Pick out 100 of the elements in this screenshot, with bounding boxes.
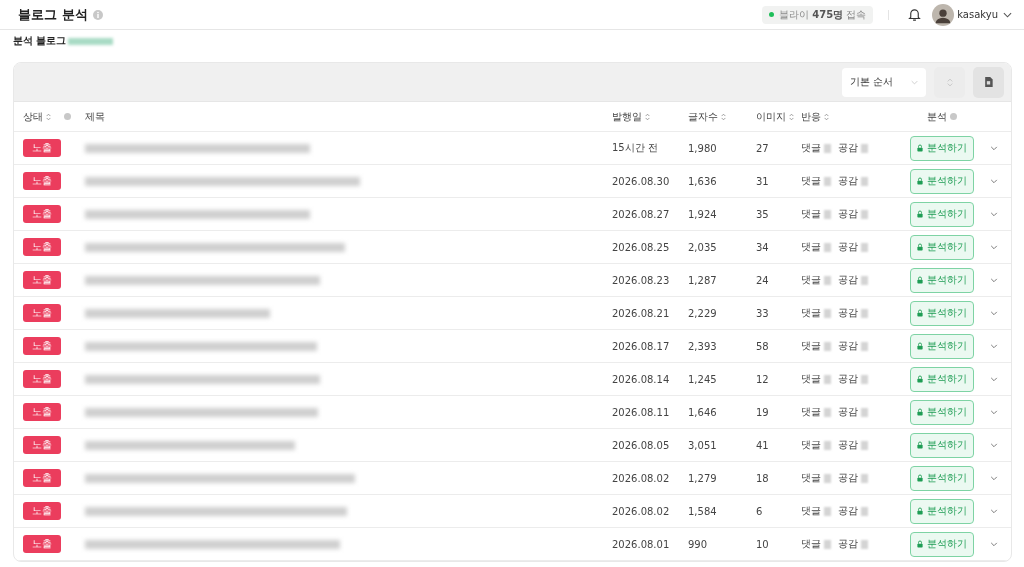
expand-icon[interactable] [990,244,998,250]
analyze-button[interactable]: 분석하기 [909,300,974,326]
blurred-count [861,473,868,483]
comment-label: 댓글 [801,240,821,254]
like-label: 공감 [838,339,858,353]
comment-label: 댓글 [801,471,821,485]
table-cell: 2026.08.05 [612,439,670,451]
comment-label: 댓글 [801,405,821,419]
analyze-button[interactable]: 분석하기 [909,465,974,491]
table-cell: 24 [756,274,769,286]
document-icon[interactable] [984,77,993,87]
table-cell: 15시간 전 [612,141,658,155]
expand-icon[interactable] [990,277,998,283]
table-cell: 2026.08.27 [612,208,670,220]
analyze-button[interactable]: 분석하기 [909,399,974,425]
sort-icon[interactable] [789,112,794,121]
blurred-count [861,440,868,450]
expand-icon[interactable] [990,541,998,547]
comment-label: 댓글 [801,207,821,221]
analyze-button[interactable]: 분석하기 [909,333,974,359]
lock-icon [916,210,923,218]
sort-icon[interactable] [645,112,650,121]
online-suffix: 접속 [846,7,867,22]
lock-icon [916,474,923,482]
blurred-count [861,308,868,318]
sort-select[interactable]: 기본 순서 [842,67,926,97]
lock-icon [916,144,923,152]
table-cell: 1,279 [688,472,717,484]
column-header[interactable]: 상태 [23,109,43,124]
analyze-button[interactable]: 분석하기 [909,234,974,260]
table-cell: 58 [756,340,769,352]
expand-icon[interactable] [990,310,998,316]
table-cell: 35 [756,208,769,220]
table-cell: 1,924 [688,208,717,220]
like-label: 공감 [838,405,858,419]
sort-icon[interactable] [46,112,51,121]
analyze-button[interactable]: 분석하기 [909,531,974,557]
comment-label: 댓글 [801,372,821,386]
expand-icon[interactable] [990,508,998,514]
blurred-count [824,539,831,549]
expand-icon[interactable] [990,442,998,448]
comment-label: 댓글 [801,504,821,518]
blurred-count [824,176,831,186]
comment-label: 댓글 [801,537,821,551]
blurred-count [861,506,868,516]
analyze-button[interactable]: 분석하기 [909,201,974,227]
expand-icon[interactable] [990,145,998,151]
column-header[interactable]: 글자수 [688,109,718,124]
table-cell: 2026.08.02 [612,472,670,484]
comment-label: 댓글 [801,339,821,353]
table-cell: 2026.08.17 [612,340,670,352]
sort-icon[interactable] [824,112,829,121]
blurred-count [861,539,868,549]
analyze-button[interactable]: 분석하기 [909,432,974,458]
column-header[interactable]: 이미지 [756,109,786,124]
expand-icon[interactable] [990,343,998,349]
table-cell: 2026.08.14 [612,373,670,385]
table-cell: 1,245 [688,373,717,385]
blurred-count [824,440,831,450]
avatar[interactable] [932,3,955,26]
like-label: 공감 [838,174,858,188]
expand-icon[interactable] [990,409,998,415]
analyze-button[interactable]: 분석하기 [909,267,974,293]
comment-label: 댓글 [801,174,821,188]
lock-icon [916,408,923,416]
status-badge: 노출 [23,238,61,256]
status-badge: 노출 [23,271,61,289]
expand-icon[interactable] [990,178,998,184]
status-badge: 노출 [23,370,61,388]
analyze-button[interactable]: 분석하기 [909,498,974,524]
table-cell: 12 [756,373,769,385]
bell-icon[interactable] [907,7,923,22]
column-header[interactable]: 제목 [85,109,105,124]
expand-icon[interactable] [990,211,998,217]
status-badge: 노출 [23,535,61,553]
like-label: 공감 [838,207,858,221]
export-button[interactable] [973,66,1004,98]
sort-icon[interactable] [721,112,726,121]
user-name[interactable]: kasakyu [957,9,998,20]
blurred-count [824,143,831,153]
info-icon [64,113,71,120]
comment-label: 댓글 [801,438,821,452]
like-label: 공감 [838,438,858,452]
analyze-button[interactable]: 분석하기 [909,135,974,161]
column-header[interactable]: 발행일 [612,109,642,124]
expand-icon[interactable] [990,376,998,382]
table-cell: 10 [756,538,769,550]
analyze-button[interactable]: 분석하기 [909,168,974,194]
blurred-count [861,407,868,417]
analyze-button[interactable]: 분석하기 [909,366,974,392]
column-header[interactable]: 분석 [926,109,947,124]
table-cell: 2026.08.01 [612,538,670,550]
column-header[interactable]: 반응 [801,109,821,124]
blurred-count [824,473,831,483]
blurred-count [861,209,868,219]
lock-icon [916,540,923,548]
chevron-down-icon[interactable] [1003,11,1012,18]
comment-label: 댓글 [801,306,821,320]
sort-icon[interactable] [946,77,953,87]
expand-icon[interactable] [990,475,998,481]
